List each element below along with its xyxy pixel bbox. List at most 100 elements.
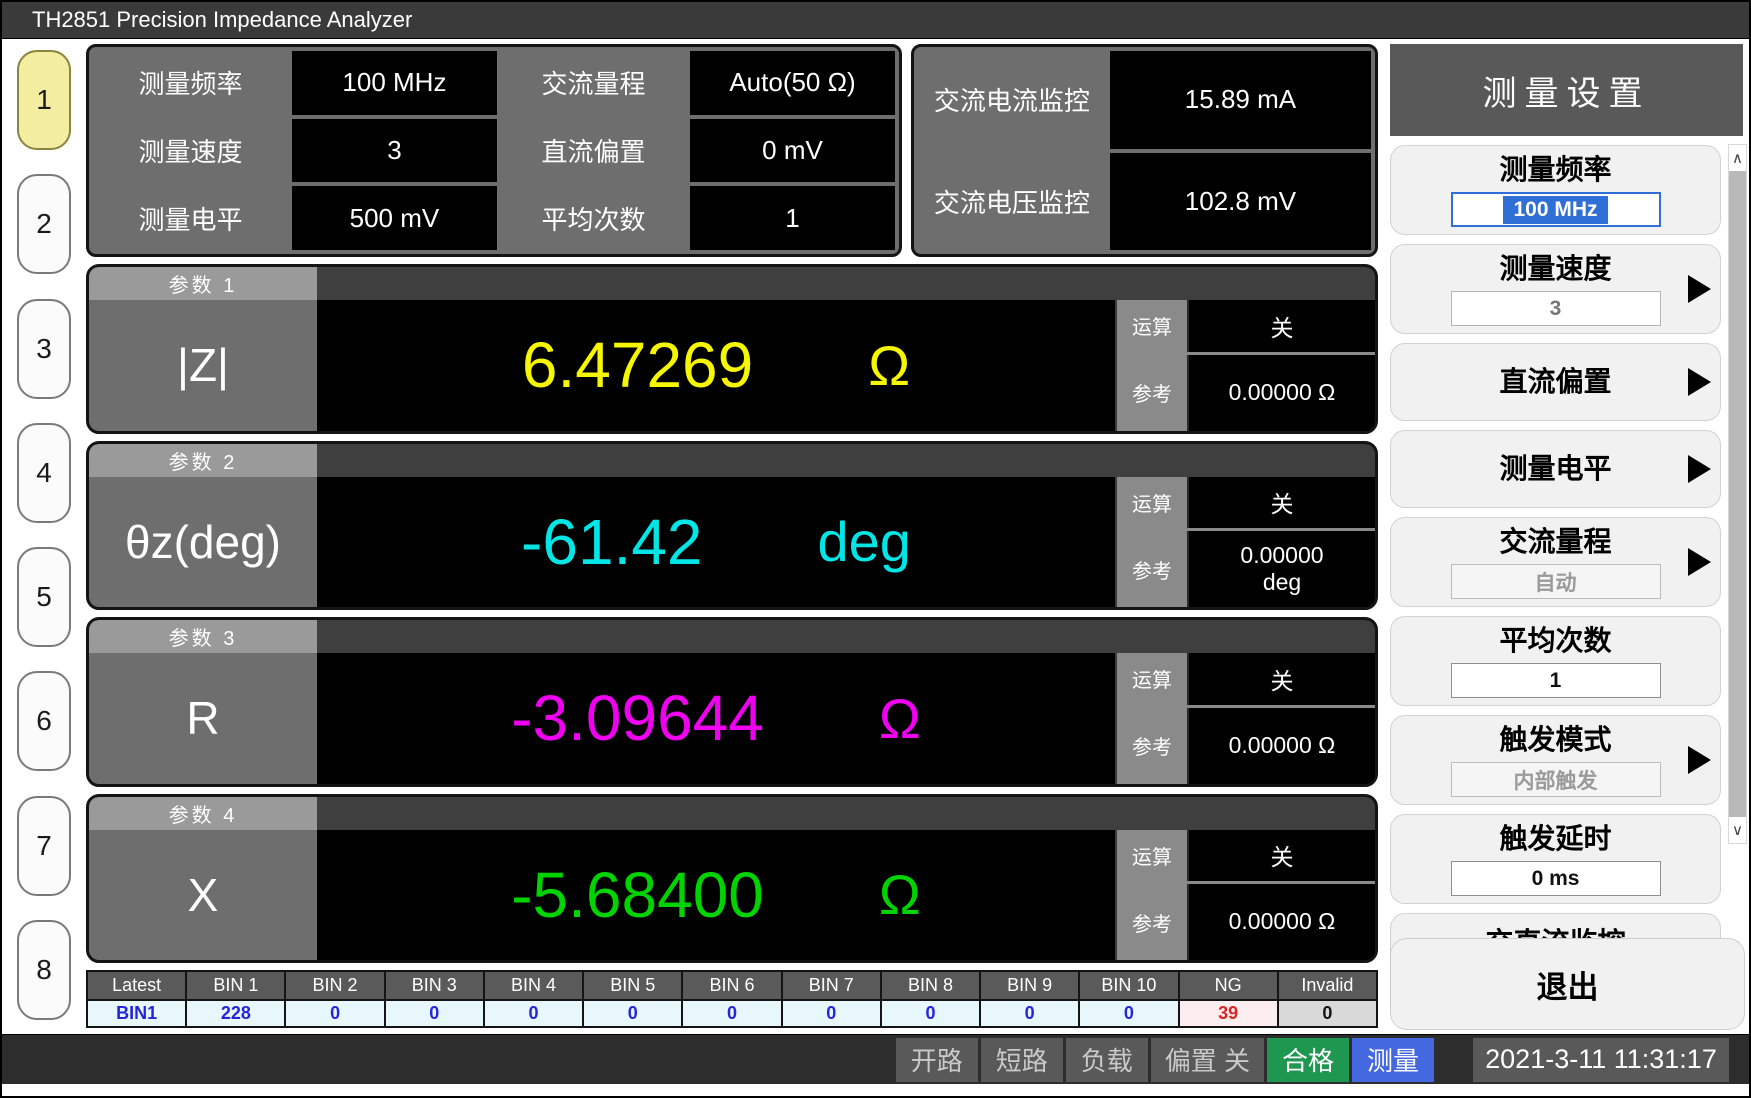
parameter-display: 6.47269 Ω bbox=[317, 300, 1115, 431]
channel-tab[interactable]: 1 bbox=[17, 50, 71, 150]
sidebar-scrollbar[interactable]: ∧ ∨ bbox=[1728, 144, 1747, 844]
menu-item-label: 测量速度 bbox=[1499, 252, 1611, 286]
sidebar-menu-item[interactable]: 触发模式 内部触发 bbox=[1390, 715, 1721, 805]
sidebar-menu-item[interactable]: 触发延时 0 ms bbox=[1390, 814, 1721, 904]
sidebar-menu-item[interactable]: 平均次数 1 bbox=[1390, 616, 1721, 706]
reference-label: 参考 bbox=[1117, 531, 1189, 607]
setting-value: 0 mV bbox=[690, 119, 895, 183]
chevron-right-icon bbox=[1688, 548, 1711, 576]
status-cell[interactable]: 短路 bbox=[981, 1038, 1063, 1082]
parameter-value: -5.68400 bbox=[511, 858, 764, 932]
bin-column-value: 0 bbox=[1279, 1001, 1376, 1026]
menu-item-value-box[interactable]: 0 ms bbox=[1451, 861, 1661, 896]
sidebar-menu-item[interactable]: 直流偏置 bbox=[1390, 343, 1721, 421]
setting-label: 测量频率 bbox=[93, 51, 288, 115]
monitor-value: 102.8 mV bbox=[1110, 153, 1371, 251]
menu-item-option-box[interactable]: 内部触发 bbox=[1451, 762, 1661, 797]
top-summary-row: 测量频率 100 MHz 交流量程 Auto(50 Ω) 测量速度 3 直流偏置… bbox=[86, 44, 1378, 257]
parameter-display: -5.68400 Ω bbox=[317, 830, 1115, 961]
sidebar-menu-item[interactable]: 交流量程 自动 bbox=[1390, 517, 1721, 607]
channel-tab[interactable]: 6 bbox=[17, 671, 71, 771]
setting-label: 交流量程 bbox=[501, 51, 686, 115]
scrollbar-thumb[interactable] bbox=[1729, 171, 1746, 817]
settings-summary-panel: 测量频率 100 MHz 交流量程 Auto(50 Ω) 测量速度 3 直流偏置… bbox=[86, 44, 902, 257]
setting-value: 500 mV bbox=[292, 186, 497, 250]
sidebar-menu-item[interactable]: 测量速度 3 bbox=[1390, 244, 1721, 334]
monitor-label: 交流电压监控 bbox=[918, 153, 1106, 251]
parameter-header-tab: 参数 3 bbox=[89, 620, 317, 653]
setting-label: 直流偏置 bbox=[501, 119, 686, 183]
menu-item-label: 触发延时 bbox=[1499, 822, 1611, 856]
reference-value: 0.00000 Ω bbox=[1189, 355, 1375, 431]
operation-row: 运算 关 bbox=[1117, 653, 1375, 708]
parameter-value: -61.42 bbox=[521, 505, 702, 579]
bin-column-value: 0 bbox=[1080, 1001, 1177, 1026]
menu-item-label: 直流偏置 bbox=[1499, 365, 1611, 399]
bin-column-header: Invalid bbox=[1279, 972, 1376, 999]
menu-item-value-box[interactable]: 3 bbox=[1451, 291, 1661, 326]
setting-label: 测量速度 bbox=[93, 119, 288, 183]
app-title: TH2851 Precision Impedance Analyzer bbox=[32, 7, 412, 33]
bin-column-header: Latest bbox=[88, 972, 185, 999]
bin-column-header: BIN 3 bbox=[386, 972, 483, 999]
setting-label: 平均次数 bbox=[501, 186, 686, 250]
bin-column-value: 0 bbox=[981, 1001, 1078, 1026]
menu-item-option-box[interactable]: 自动 bbox=[1451, 564, 1661, 599]
operation-label: 运算 bbox=[1117, 830, 1189, 882]
bin-column-header: BIN 4 bbox=[485, 972, 582, 999]
bin-column-value: 0 bbox=[882, 1001, 979, 1026]
monitor-label: 交流电流监控 bbox=[918, 51, 1106, 149]
menu-item-value-box[interactable]: 1 bbox=[1451, 663, 1661, 698]
parameter-header-tab: 参数 2 bbox=[89, 444, 317, 477]
bin-column-header: BIN 7 bbox=[783, 972, 880, 999]
menu-item-label: 测量频率 bbox=[1499, 153, 1611, 187]
status-cell[interactable]: 合格 bbox=[1267, 1038, 1349, 1082]
operation-row: 运算 关 bbox=[1117, 300, 1375, 355]
exit-button[interactable]: 退出 bbox=[1390, 938, 1745, 1030]
reference-label: 参考 bbox=[1117, 708, 1189, 784]
scroll-up-icon[interactable]: ∧ bbox=[1732, 145, 1743, 171]
operation-label: 运算 bbox=[1117, 477, 1189, 529]
operation-label: 运算 bbox=[1117, 300, 1189, 352]
chevron-right-icon bbox=[1688, 368, 1711, 396]
bin-column-value: 39 bbox=[1180, 1001, 1277, 1026]
parameter-name: R bbox=[89, 653, 317, 784]
channel-tab[interactable]: 4 bbox=[17, 423, 71, 523]
chevron-right-icon bbox=[1688, 275, 1711, 303]
scroll-down-icon[interactable]: ∨ bbox=[1732, 817, 1743, 843]
operation-value: 关 bbox=[1189, 300, 1375, 352]
bin-column-value: 0 bbox=[683, 1001, 780, 1026]
status-cell[interactable]: 负载 bbox=[1066, 1038, 1148, 1082]
status-cell[interactable]: 偏置 关 bbox=[1151, 1038, 1264, 1082]
bin-column-value: 0 bbox=[386, 1001, 483, 1026]
sidebar-scroll-area: 测量频率 100 MHz 测量速度 3 bbox=[1390, 136, 1745, 1030]
menu-item-label: 平均次数 bbox=[1499, 624, 1611, 658]
parameter-panel: 参数 1 |Z| 6.47269 Ω 运算 关 bbox=[86, 264, 1378, 434]
sidebar-menu-item[interactable]: 测量电平 bbox=[1390, 430, 1721, 508]
reference-row: 参考 0.00000 Ω bbox=[1117, 884, 1375, 960]
channel-tab[interactable]: 3 bbox=[17, 299, 71, 399]
status-cell[interactable]: 测量 bbox=[1352, 1038, 1434, 1082]
bin-column-header: BIN 2 bbox=[286, 972, 383, 999]
parameter-side-block: 运算 关 参考 0.00000 Ω bbox=[1115, 830, 1375, 961]
bin-column-value: 0 bbox=[286, 1001, 383, 1026]
parameter-name: |Z| bbox=[89, 300, 317, 431]
status-cell[interactable]: 开路 bbox=[896, 1038, 978, 1082]
menu-item-label: 测量电平 bbox=[1499, 452, 1611, 486]
parameter-body: X -5.68400 Ω 运算 关 bbox=[89, 830, 1375, 961]
reference-row: 参考 0.00000 Ω bbox=[1117, 708, 1375, 784]
menu-item-input-selected[interactable]: 100 MHz bbox=[1451, 192, 1661, 227]
channel-tab[interactable]: 7 bbox=[17, 796, 71, 896]
operation-label: 运算 bbox=[1117, 653, 1189, 705]
channel-tab[interactable]: 5 bbox=[17, 547, 71, 647]
menu-item-selected-text: 100 MHz bbox=[1503, 196, 1607, 224]
parameter-header: 参数 4 bbox=[89, 797, 1375, 830]
reference-label: 参考 bbox=[1117, 884, 1189, 960]
parameter-body: R -3.09644 Ω 运算 关 bbox=[89, 653, 1375, 784]
channel-tab[interactable]: 2 bbox=[17, 174, 71, 274]
bin-column-header: BIN 8 bbox=[882, 972, 979, 999]
setting-value: 100 MHz bbox=[292, 51, 497, 115]
bin-column-value: 0 bbox=[584, 1001, 681, 1026]
sidebar-menu-item[interactable]: 测量频率 100 MHz bbox=[1390, 145, 1721, 235]
channel-tab[interactable]: 8 bbox=[17, 920, 71, 1020]
